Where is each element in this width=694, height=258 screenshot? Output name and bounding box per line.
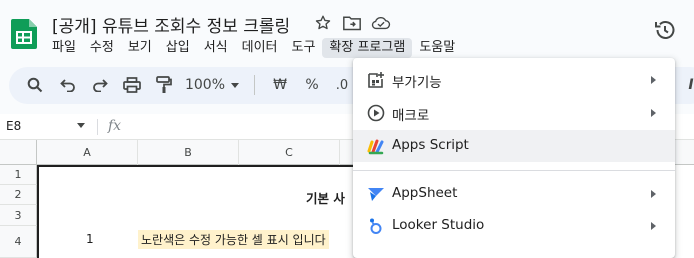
- submenu-arrow-icon: [651, 222, 656, 230]
- row-header-3[interactable]: 3: [0, 205, 37, 226]
- column-header-a[interactable]: A: [37, 140, 138, 165]
- google-sheets-logo[interactable]: [11, 19, 37, 49]
- document-title[interactable]: [공개] 유튜브 조회수 정보 크롤링: [52, 12, 290, 37]
- menu-insert[interactable]: 삽입: [159, 38, 197, 58]
- menu-item-apps-script[interactable]: Apps Script: [353, 130, 675, 162]
- decrease-decimal-button[interactable]: .0: [331, 75, 353, 95]
- menu-separator: [353, 170, 675, 171]
- cloud-saved-icon[interactable]: [371, 13, 391, 33]
- macro-play-icon: [367, 104, 385, 122]
- row-header-4[interactable]: 4: [0, 226, 37, 258]
- menu-tools[interactable]: 도구: [285, 38, 323, 58]
- menu-edit[interactable]: 수정: [83, 38, 121, 58]
- formula-divider: [97, 119, 98, 135]
- paint-format-icon[interactable]: [153, 75, 175, 95]
- menu-item-label: 매크로: [392, 108, 430, 124]
- cell-a4[interactable]: 1: [86, 232, 94, 246]
- zoom-select[interactable]: 100%: [184, 75, 240, 95]
- submenu-arrow-icon: [651, 76, 656, 84]
- menu-item-add-ons[interactable]: 부가기능: [353, 64, 675, 96]
- percent-format-button[interactable]: %: [303, 75, 321, 95]
- menu-item-appsheet[interactable]: AppSheet: [353, 178, 675, 210]
- star-icon[interactable]: [313, 13, 333, 33]
- menu-view[interactable]: 보기: [121, 38, 159, 58]
- menu-item-looker-studio[interactable]: Looker Studio: [353, 210, 675, 242]
- redo-icon[interactable]: [90, 75, 110, 95]
- editable-cell-legend[interactable]: 노란색은 수정 가능한 셀 표시 입니다: [138, 230, 329, 249]
- menu-bar: 파일 수정 보기 삽입 서식 데이터 도구 확장 프로그램 도움말: [52, 38, 462, 58]
- range-border-top: [37, 165, 353, 167]
- submenu-arrow-icon: [651, 109, 656, 117]
- menu-extensions[interactable]: 확장 프로그램: [322, 38, 413, 58]
- row-header-1[interactable]: 1: [0, 165, 37, 185]
- name-box[interactable]: E8: [6, 119, 21, 133]
- column-header-b[interactable]: B: [138, 140, 239, 165]
- select-all-corner[interactable]: [0, 140, 37, 165]
- extensions-dropdown-menu: 부가기능 매크로 Apps Script AppSheet Looker Stu…: [353, 58, 675, 258]
- search-menus-icon[interactable]: [24, 75, 46, 95]
- looker-studio-icon: [367, 217, 385, 235]
- undo-icon[interactable]: [58, 75, 78, 95]
- menu-item-label: AppSheet: [392, 185, 458, 201]
- print-icon[interactable]: [121, 75, 143, 95]
- menu-item-label: 부가기능: [392, 75, 442, 91]
- zoom-value: 100%: [184, 77, 226, 93]
- menu-item-macros[interactable]: 매크로: [353, 97, 675, 129]
- move-folder-icon[interactable]: [342, 13, 362, 33]
- italic-button[interactable]: I: [685, 75, 694, 95]
- column-header-c[interactable]: C: [239, 140, 340, 165]
- chevron-down-icon: [231, 82, 240, 88]
- currency-format-button[interactable]: ₩: [271, 75, 289, 95]
- section-title-cell[interactable]: 기본 사: [306, 188, 345, 207]
- menu-format[interactable]: 서식: [197, 38, 235, 58]
- menu-file[interactable]: 파일: [52, 38, 83, 58]
- submenu-arrow-icon: [651, 190, 656, 198]
- menu-item-label: Apps Script: [392, 137, 469, 153]
- menu-help[interactable]: 도움말: [412, 38, 462, 58]
- appsheet-icon: [367, 185, 385, 203]
- chevron-down-icon[interactable]: [77, 123, 85, 128]
- version-history-icon[interactable]: [653, 18, 677, 42]
- add-ons-icon: [367, 71, 385, 89]
- toolbar-divider: [254, 75, 255, 95]
- apps-script-icon: [367, 137, 385, 155]
- range-border-left: [37, 165, 39, 258]
- menu-data[interactable]: 데이터: [235, 38, 285, 58]
- row-header-2[interactable]: 2: [0, 185, 37, 205]
- fx-icon: fx: [108, 118, 122, 134]
- menu-item-label: Looker Studio: [392, 217, 485, 233]
